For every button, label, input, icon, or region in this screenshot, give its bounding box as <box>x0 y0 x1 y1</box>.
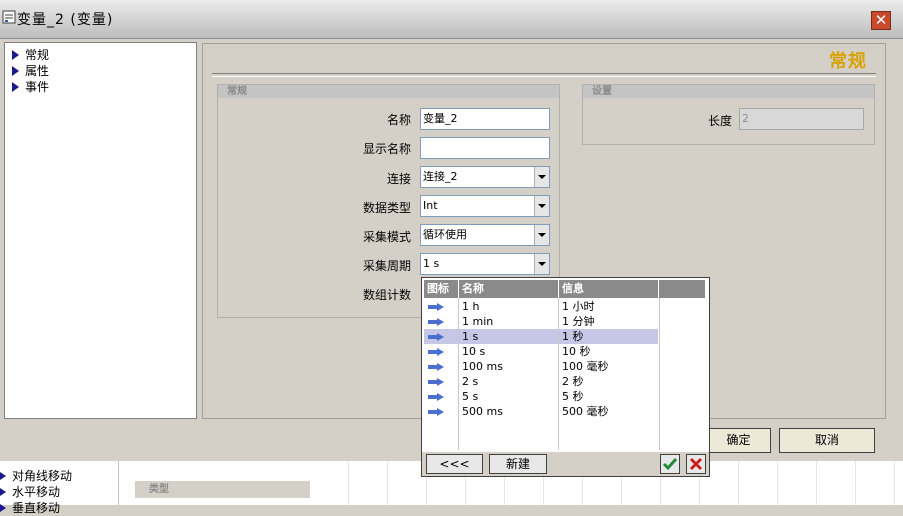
arrow-right-icon <box>428 303 444 311</box>
row-name: 1 s <box>462 330 479 343</box>
confirm-button[interactable] <box>660 454 680 474</box>
close-icon: ✕ <box>874 11 888 29</box>
group-title: 设置 <box>583 85 874 98</box>
background-item-vertical[interactable]: 垂直移动 <box>0 499 60 516</box>
list-item[interactable]: 5 s 5 秒 <box>424 389 658 404</box>
row-info: 1 秒 <box>562 330 584 343</box>
check-icon <box>662 458 678 471</box>
row-name: 2 s <box>462 375 479 388</box>
list-item[interactable]: 1 h 1 小时 <box>424 299 658 314</box>
list-item[interactable]: 10 s 10 秒 <box>424 344 658 359</box>
arrow-right-icon <box>428 393 444 401</box>
row-info: 1 小时 <box>562 300 595 313</box>
column-header-name[interactable]: 名称 <box>459 280 559 298</box>
row-info: 2 秒 <box>562 375 584 388</box>
list-item[interactable]: 1 s 1 秒 <box>424 329 658 344</box>
background-item-horizontal[interactable]: 水平移动 <box>0 483 60 500</box>
tree-item-events[interactable]: 事件 <box>12 78 49 94</box>
arrow-right-icon <box>428 363 444 371</box>
divider <box>212 73 876 77</box>
column-header-empty <box>659 280 706 298</box>
data-type-select[interactable]: Int <box>420 195 550 217</box>
window-icon <box>2 10 16 24</box>
row-name: 10 s <box>462 345 486 358</box>
row-info: 10 秒 <box>562 345 591 358</box>
arrow-right-icon <box>428 348 444 356</box>
list-item[interactable]: 2 s 2 秒 <box>424 374 658 389</box>
acquisition-cycle-select[interactable]: 1 s <box>420 253 550 275</box>
display-name-label: 显示名称 <box>362 142 411 156</box>
chevron-down-icon[interactable] <box>534 225 549 245</box>
chevron-down-icon[interactable] <box>534 254 549 274</box>
back-button[interactable]: <<< <box>426 454 483 474</box>
acquisition-mode-value: 循环使用 <box>423 228 467 241</box>
arrow-right-icon <box>428 333 444 341</box>
triangle-icon <box>0 488 6 496</box>
length-label: 长度 <box>707 114 732 128</box>
ok-button[interactable]: 确定 <box>706 428 771 453</box>
title-bar <box>0 0 903 39</box>
acquisition-mode-label: 采集模式 <box>362 230 411 244</box>
navigation-tree: 常规 属性 事件 <box>4 42 197 419</box>
row-info: 500 毫秒 <box>562 405 609 418</box>
connection-select[interactable]: 连接_2 <box>420 166 550 188</box>
name-label: 名称 <box>386 113 411 127</box>
row-info: 1 分钟 <box>562 315 595 328</box>
row-name: 100 ms <box>462 360 503 373</box>
length-field: 2 <box>739 108 864 130</box>
acquisition-cycle-label: 采集周期 <box>362 259 411 273</box>
display-name-field[interactable] <box>420 137 550 159</box>
data-type-value: Int <box>423 199 438 212</box>
row-name: 1 min <box>462 315 494 328</box>
close-button[interactable]: ✕ <box>871 11 891 30</box>
row-info: 5 秒 <box>562 390 584 403</box>
array-count-label: 数组计数 <box>362 288 411 302</box>
arrow-right-icon <box>428 378 444 386</box>
cancel-button[interactable]: 取消 <box>779 428 875 453</box>
arrow-right-icon <box>428 408 444 416</box>
page-title: 常规 <box>829 51 867 72</box>
name-field[interactable]: 变量_2 <box>420 108 550 130</box>
row-name: 5 s <box>462 390 479 403</box>
arrow-right-icon <box>12 82 19 92</box>
acquisition-mode-select[interactable]: 循环使用 <box>420 224 550 246</box>
background-item-diagonal[interactable]: 对角线移动 <box>0 467 72 484</box>
column-header-info[interactable]: 信息 <box>559 280 659 298</box>
arrow-right-icon <box>12 50 19 60</box>
cycle-dropdown-popup: 图标 名称 信息 1 h1 小时 1 min 1 分钟 1 s1 秒 10 s 10 秒1… <box>421 277 710 477</box>
window-title: 变量_2 (变量) <box>17 12 114 28</box>
connection-label: 连接 <box>386 172 411 186</box>
background-type-header: 类型 <box>135 481 310 498</box>
row-name: 500 ms <box>462 405 503 418</box>
list-item[interactable]: 500 ms 500 毫秒 <box>424 404 658 419</box>
discard-button[interactable] <box>686 454 706 474</box>
data-type-label: 数据类型 <box>362 201 411 215</box>
arrow-right-icon <box>428 318 444 326</box>
row-name: 1 h <box>462 300 480 313</box>
x-icon <box>689 457 703 471</box>
arrow-right-icon <box>12 66 19 76</box>
new-button[interactable]: 新建 <box>489 454 547 474</box>
triangle-icon <box>0 472 6 480</box>
column-header-icon[interactable]: 图标 <box>424 280 459 298</box>
group-title: 常规 <box>218 85 559 98</box>
tree-item-general[interactable]: 常规 <box>12 46 49 62</box>
acquisition-cycle-value: 1 s <box>423 257 440 270</box>
list-item[interactable]: 1 min 1 分钟 <box>424 314 658 329</box>
connection-value: 连接_2 <box>423 170 458 183</box>
triangle-icon <box>0 504 6 512</box>
row-info: 100 毫秒 <box>562 360 609 373</box>
tree-item-properties[interactable]: 属性 <box>12 62 49 78</box>
chevron-down-icon[interactable] <box>534 196 549 216</box>
list-item[interactable]: 100 ms 100 毫秒 <box>424 359 658 374</box>
chevron-down-icon[interactable] <box>534 167 549 187</box>
